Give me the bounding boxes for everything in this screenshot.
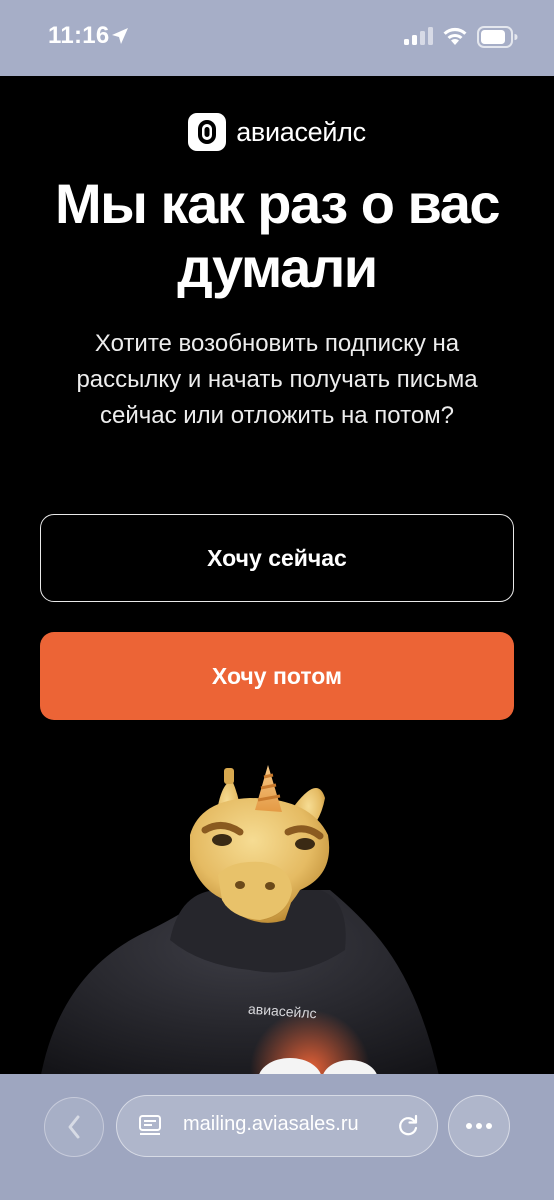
location-arrow-icon [112, 28, 128, 44]
address-bar[interactable]: mailing.aviasales.ru [116, 1095, 438, 1157]
page-subtitle: Хотите возобновить подписку на рассылку … [76, 330, 478, 429]
back-button[interactable] [44, 1097, 104, 1157]
logo-text: авиасейлс [236, 116, 366, 147]
page-menu-icon[interactable] [137, 1113, 163, 1139]
reload-icon[interactable] [395, 1113, 421, 1139]
status-time: 11:16 [48, 22, 110, 49]
browser-toolbar: mailing.aviasales.ru [0, 1074, 554, 1200]
url-text: mailing.aviasales.ru [183, 1113, 359, 1135]
more-button[interactable] [448, 1095, 510, 1157]
want-now-button[interactable]: Хочу сейчас [40, 514, 514, 602]
back-chevron-icon [68, 1115, 80, 1139]
battery-icon [477, 26, 518, 48]
brand-logo[interactable]: авиасейлс [0, 113, 554, 151]
more-icon [466, 1123, 492, 1129]
cellular-signal-icon [404, 27, 433, 45]
page-title: Мы как раз о вас думали [55, 172, 500, 299]
want-later-button[interactable]: Хочу потом [40, 632, 514, 720]
aviasales-logo-icon [188, 113, 227, 151]
screen: 11:16 авиасейлс Мы как раз о вас думали … [0, 0, 554, 1200]
wifi-icon [443, 27, 467, 45]
unicorn-mascot-illustration: авиасейлс [40, 765, 440, 1080]
status-bar: 11:16 [0, 0, 554, 76]
